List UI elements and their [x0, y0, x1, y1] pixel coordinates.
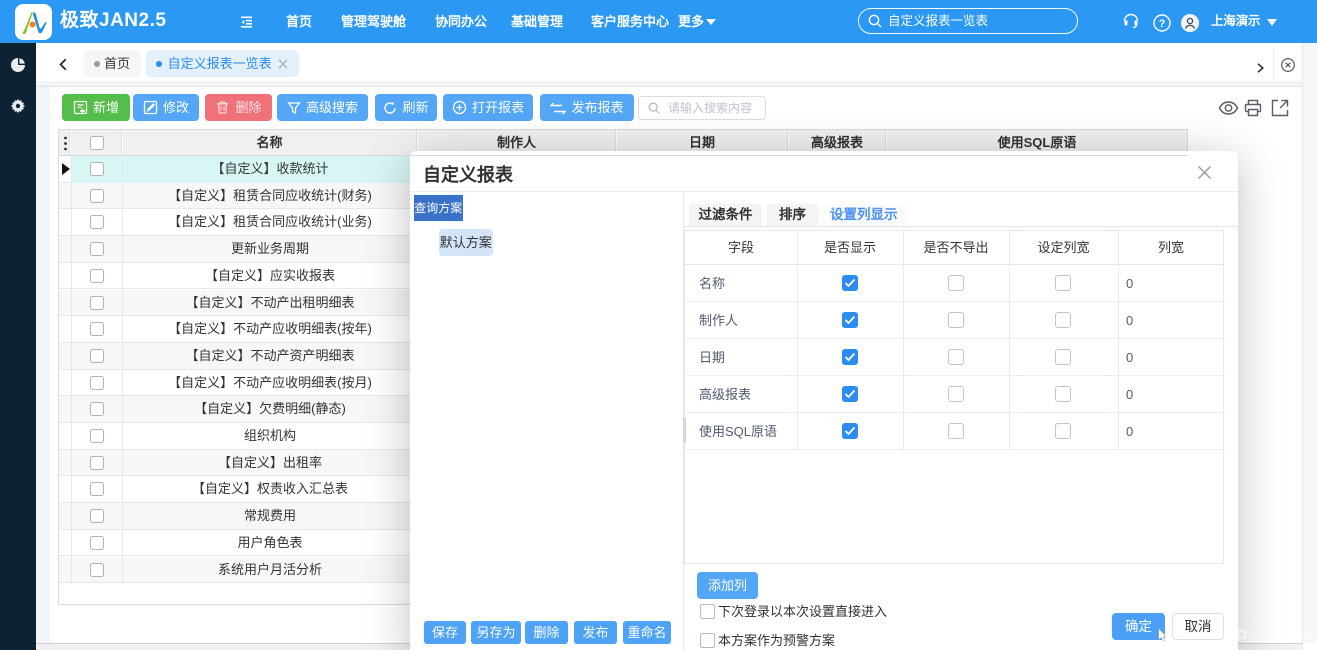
svg-text:?: ?	[1159, 18, 1166, 30]
